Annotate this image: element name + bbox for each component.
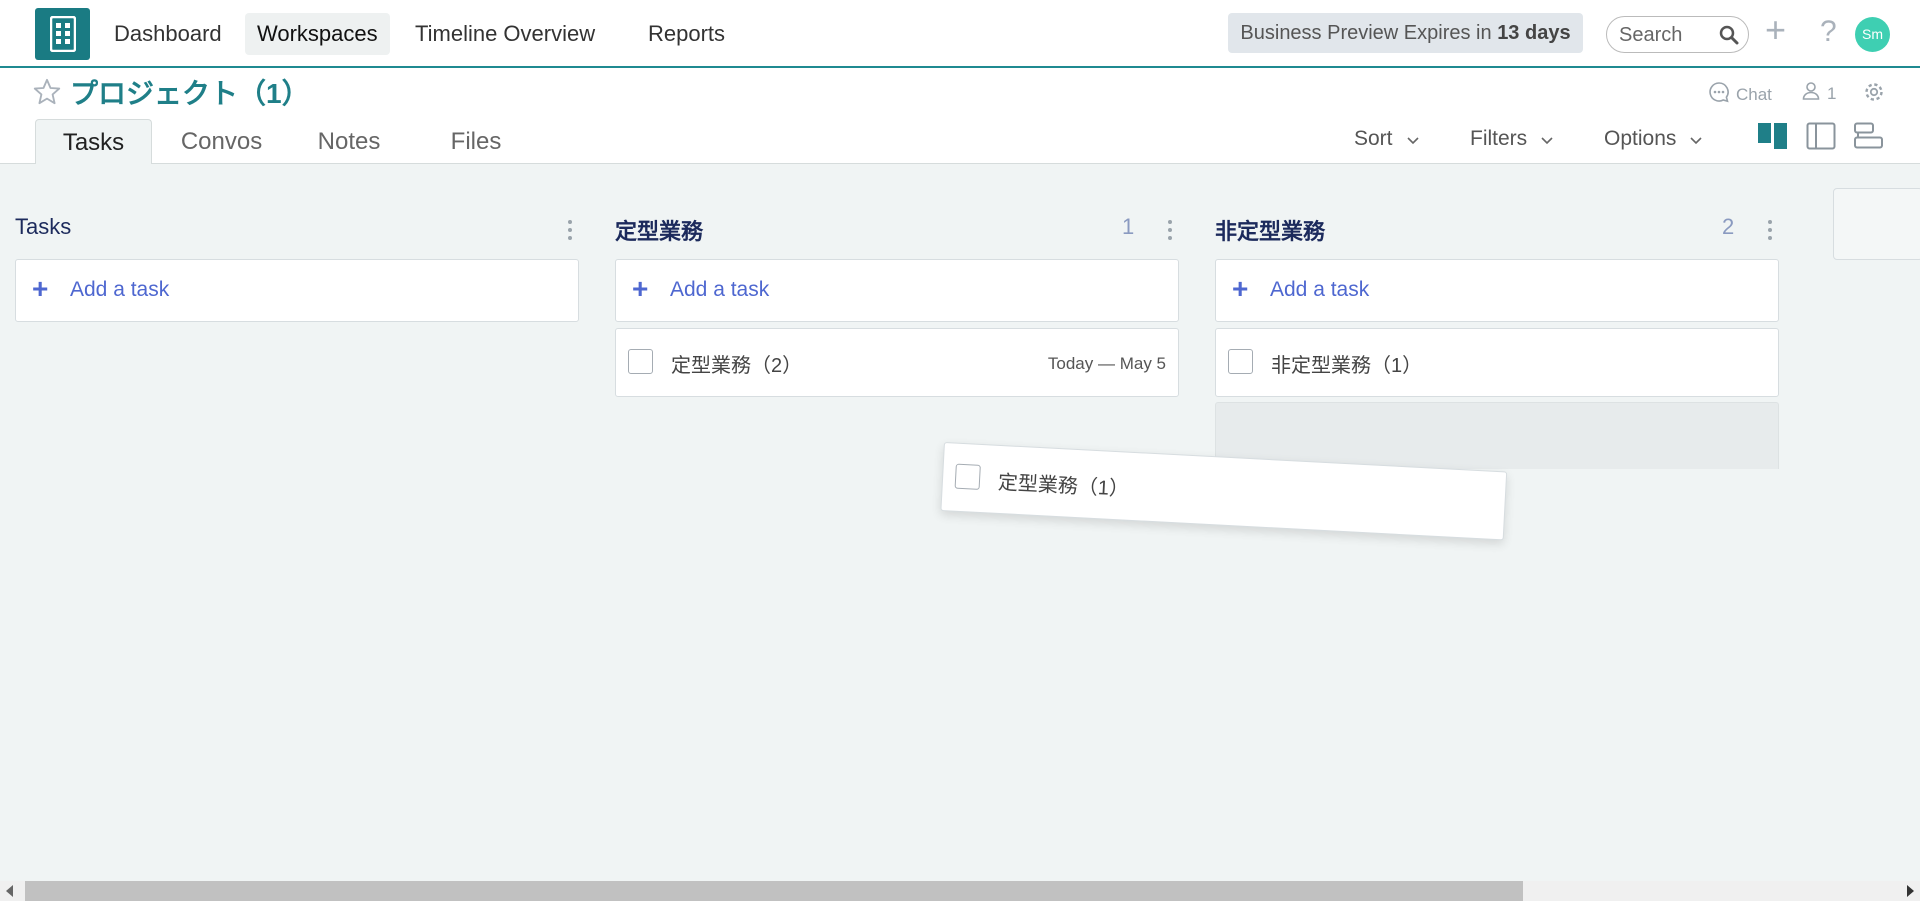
column-menu-icon[interactable]	[1762, 218, 1778, 242]
business-preview-banner[interactable]: Business Preview Expires in 13 days	[1228, 13, 1583, 53]
column-title-non-routine[interactable]: 非定型業務	[1215, 214, 1325, 246]
drop-placeholder	[1215, 402, 1779, 469]
task-checkbox[interactable]	[954, 463, 981, 490]
column-title-routine[interactable]: 定型業務	[615, 214, 703, 246]
column-title-tasks[interactable]: Tasks	[15, 214, 71, 240]
add-task-label: Add a task	[70, 278, 170, 301]
plus-icon: +	[32, 273, 49, 304]
filters-dropdown[interactable]: Filters	[1470, 124, 1553, 154]
create-plus-icon[interactable]: +	[1765, 8, 1786, 52]
members-button[interactable]: 1	[1801, 81, 1836, 106]
tab-files[interactable]: Files	[428, 119, 524, 164]
chevron-down-icon	[1690, 124, 1702, 154]
chevron-down-icon	[1406, 124, 1419, 154]
nav-dashboard[interactable]: Dashboard	[102, 13, 234, 55]
search-input[interactable]	[1619, 23, 1715, 47]
column-menu-icon[interactable]	[562, 218, 578, 242]
top-navigation: Dashboard Workspaces Timeline Overview R…	[0, 0, 1920, 68]
column-task-count: 1	[1122, 214, 1135, 239]
sort-label: Sort	[1354, 127, 1393, 150]
plus-icon: +	[632, 273, 649, 304]
chevron-down-icon	[1541, 124, 1553, 154]
nav-timeline-overview[interactable]: Timeline Overview	[403, 13, 607, 55]
next-column-stub[interactable]	[1833, 188, 1920, 260]
tab-notes[interactable]: Notes	[300, 119, 398, 164]
column-menu-icon[interactable]	[1162, 218, 1178, 242]
add-task-label: Add a task	[670, 278, 770, 301]
add-task-label: Add a task	[1270, 278, 1370, 301]
task-checkbox[interactable]	[628, 349, 653, 374]
task-checkbox[interactable]	[1228, 349, 1253, 374]
tab-convos[interactable]: Convos	[170, 119, 273, 164]
board-view-icon[interactable]	[1758, 122, 1788, 155]
member-count: 1	[1827, 83, 1837, 103]
help-icon[interactable]: ?	[1820, 12, 1837, 52]
task-due-date: Today — May 5	[1047, 354, 1166, 373]
horizontal-scrollbar[interactable]	[0, 881, 1920, 901]
promo-text: Business Preview Expires in	[1240, 22, 1492, 44]
nav-workspaces[interactable]: Workspaces	[245, 13, 390, 55]
chat-icon	[1708, 81, 1730, 108]
nav-reports[interactable]: Reports	[636, 13, 737, 55]
chat-button[interactable]: Chat	[1708, 81, 1772, 108]
sort-dropdown[interactable]: Sort	[1354, 124, 1419, 154]
column-task-count: 2	[1722, 214, 1735, 239]
options-dropdown[interactable]: Options	[1604, 124, 1702, 154]
search-box[interactable]	[1606, 16, 1749, 53]
plus-icon: +	[1232, 273, 1249, 304]
app-logo-icon[interactable]	[35, 8, 90, 60]
user-avatar[interactable]: Sm	[1855, 17, 1890, 52]
task-card[interactable]: 定型業務（2） Today — May 5	[615, 328, 1179, 397]
gear-icon[interactable]	[1863, 81, 1885, 108]
promo-days: 13 days	[1497, 22, 1571, 44]
add-task-button[interactable]: + Add a task	[1215, 259, 1779, 322]
scrollbar-thumb[interactable]	[25, 881, 1523, 901]
chat-label: Chat	[1736, 84, 1772, 104]
person-icon	[1801, 81, 1821, 106]
add-task-button[interactable]: + Add a task	[15, 259, 579, 322]
search-icon[interactable]	[1719, 25, 1739, 50]
tab-tasks[interactable]: Tasks	[35, 119, 152, 164]
filters-label: Filters	[1470, 127, 1528, 150]
task-title: 定型業務（1）	[997, 471, 1130, 501]
task-title: 定型業務（2）	[671, 355, 803, 377]
scroll-left-arrow-icon[interactable]	[6, 885, 13, 897]
list-view-icon[interactable]	[1806, 122, 1836, 155]
timeline-view-icon[interactable]	[1854, 122, 1884, 155]
task-card[interactable]: 非定型業務（1）	[1215, 328, 1779, 397]
options-label: Options	[1604, 127, 1677, 150]
task-title: 非定型業務（1）	[1271, 355, 1423, 377]
favorite-star-icon[interactable]	[33, 78, 61, 110]
scroll-right-arrow-icon[interactable]	[1907, 885, 1914, 897]
project-title[interactable]: プロジェクト（1）	[70, 72, 310, 112]
add-task-button[interactable]: + Add a task	[615, 259, 1179, 322]
